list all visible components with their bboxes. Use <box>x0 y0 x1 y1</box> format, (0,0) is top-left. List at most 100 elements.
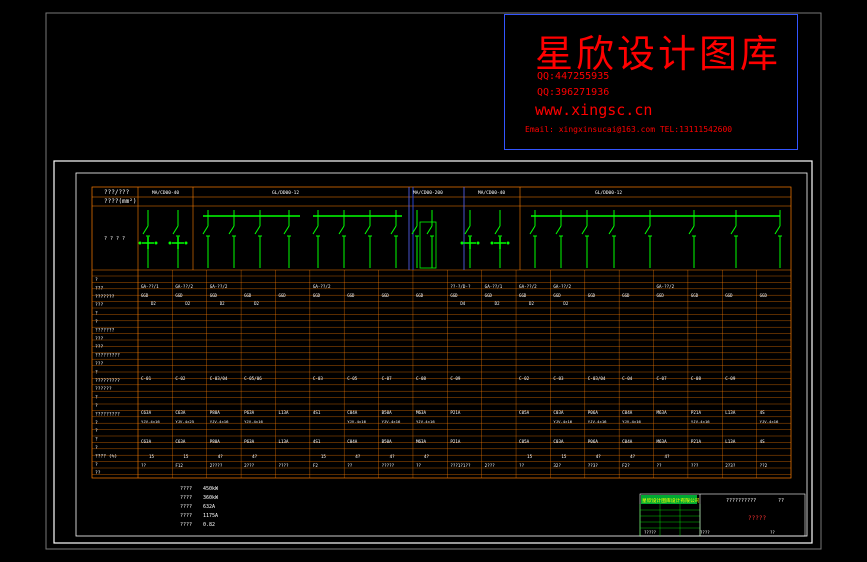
bottom-code: ?? <box>347 463 353 468</box>
bottom-code: F2? <box>622 463 630 468</box>
summary-value: 1175A <box>203 513 218 519</box>
breaker-rating-2: B50A <box>382 439 393 444</box>
circuit-id: C-04 <box>622 376 633 381</box>
terminal-dot <box>168 241 172 245</box>
panel-value: D2 <box>185 301 190 306</box>
bottom-code: ?? <box>657 463 663 468</box>
row-label: ? <box>95 277 98 283</box>
panel-code: GA-??/2 <box>519 284 537 289</box>
breaker-rating: P21A <box>450 410 461 415</box>
title-block-page: ?? <box>778 498 784 504</box>
row-label: ???? (%) <box>95 453 117 459</box>
bottom-code: ???? <box>278 463 289 468</box>
bottom-code: ?? <box>519 463 525 468</box>
percent-value: 4? <box>596 454 602 459</box>
breaker-rating: 4S1 <box>313 410 321 415</box>
terminal-dot <box>506 241 510 245</box>
watermark-panel: 星欣设计图库 QQ:447255935 QQ:396271936 www.xin… <box>504 14 798 150</box>
row-label: ??? <box>95 344 104 350</box>
panel-value: D4 <box>460 301 465 306</box>
row-label: ? <box>95 311 98 317</box>
breaker-rating-2: L13A <box>725 439 736 444</box>
row-label: ????????? <box>95 411 120 417</box>
breaker-rating: C04A <box>622 410 633 415</box>
breaker-rating-2: 4S <box>760 439 766 444</box>
title-block-date: ???? <box>700 530 710 535</box>
panel-code: GA-??/2 <box>313 284 331 289</box>
bottom-code: ????? <box>382 463 395 468</box>
title-block-drawing-title: ?????????? <box>726 498 756 504</box>
breaker-rating-2: C03A <box>553 439 564 444</box>
cable-spec: YJV-4×16 <box>347 419 366 424</box>
summary-label: ???? <box>180 504 192 510</box>
bus-label: MA/CD00-40 <box>152 190 179 196</box>
watermark-email: Email: xingxinsucai@163.com TEL:13111542… <box>525 125 733 134</box>
bus-label: GL/DD00-12 <box>595 190 622 196</box>
bottom-code: ??? <box>691 463 699 468</box>
circuit-id: C-03/04 <box>588 376 606 381</box>
breaker-rating: C05A <box>519 410 530 415</box>
cable-spec: YJV-4×16 <box>622 419 641 424</box>
breaker-rating: C04A <box>347 410 358 415</box>
watermark-qq2: QQ:396271936 <box>537 87 610 98</box>
percent-value: 4? <box>630 454 636 459</box>
terminal-dot <box>138 241 142 245</box>
panel-value: D2 <box>254 301 259 306</box>
breaker-rating: C03A <box>553 410 564 415</box>
panel-value: D2 <box>529 301 534 306</box>
panel-type: GGD <box>244 293 252 298</box>
breaker-rating-2: C63A <box>141 439 152 444</box>
circuit-id: C-03 <box>553 376 564 381</box>
percent-value: 4? <box>665 454 671 459</box>
panel-type: GGD <box>691 293 699 298</box>
terminal-dot <box>490 241 494 245</box>
circuit-id: C-05 <box>347 376 358 381</box>
panel-type: GGD <box>553 293 561 298</box>
percent-value: 4? <box>390 454 396 459</box>
title-block-scale: ?? <box>770 530 775 535</box>
row-label: ????????? <box>95 353 120 359</box>
row-label: ? <box>95 428 98 434</box>
bus-label: MA/CD00-200 <box>413 190 443 196</box>
cable-spec: YJV-4×16 <box>691 419 710 424</box>
circuit-id: C-02 <box>175 376 186 381</box>
breaker-rating-2: C63A <box>175 439 186 444</box>
row-label: ??? <box>95 336 104 342</box>
breaker-rating-2: P80A <box>210 439 221 444</box>
title-block-sheet: ????? <box>644 530 657 535</box>
cable-spec: YJV-4×16 <box>210 419 229 424</box>
bottom-code: F2 <box>313 463 319 468</box>
circuit-id: C-01 <box>141 376 152 381</box>
bottom-code: 32? <box>553 463 561 468</box>
circuit-id: C-09 <box>725 376 736 381</box>
cable-spec: YJV-4×16 <box>588 419 607 424</box>
breaker-rating-2: P21A <box>691 439 702 444</box>
breaker-rating: M63A <box>657 410 668 415</box>
panel-type: GGD <box>657 293 665 298</box>
panel-type: GGD <box>519 293 527 298</box>
row-label: ??? <box>95 361 104 367</box>
summary-label: ???? <box>180 513 192 519</box>
circuit-id: C-03/04 <box>210 376 228 381</box>
row-label: ??????? <box>95 327 115 333</box>
summary-label: ???? <box>180 495 192 501</box>
cad-viewport: ???/??? ????(mm²)? ? ? ? MA/CD00-40 GL/DD00… <box>0 0 867 562</box>
breaker-rating: P80A <box>210 410 221 415</box>
breaker-rating-2: P63A <box>244 439 255 444</box>
watermark-qq1: QQ:447255935 <box>537 71 610 82</box>
breaker-rating: P63A <box>244 410 255 415</box>
breaker-rating-2: L13A <box>278 439 289 444</box>
percent-value: 4? <box>252 454 258 459</box>
circuit-id: C-08 <box>416 376 427 381</box>
terminal-dot <box>476 241 480 245</box>
bottom-code: 2??? <box>485 463 496 468</box>
percent-value: 15 <box>183 454 189 459</box>
watermark-title: 星欣设计图库 <box>535 32 782 76</box>
summary-value: 450kW <box>203 486 219 492</box>
cable-spec: YJV-4×16 <box>244 419 263 424</box>
panel-code: GA-??/2 <box>553 284 571 289</box>
breaker-rating: P06A <box>588 410 599 415</box>
panel-code: GA-??/2 <box>657 284 675 289</box>
panel-type: GGD <box>175 293 183 298</box>
breaker-rating: B50A <box>382 410 393 415</box>
